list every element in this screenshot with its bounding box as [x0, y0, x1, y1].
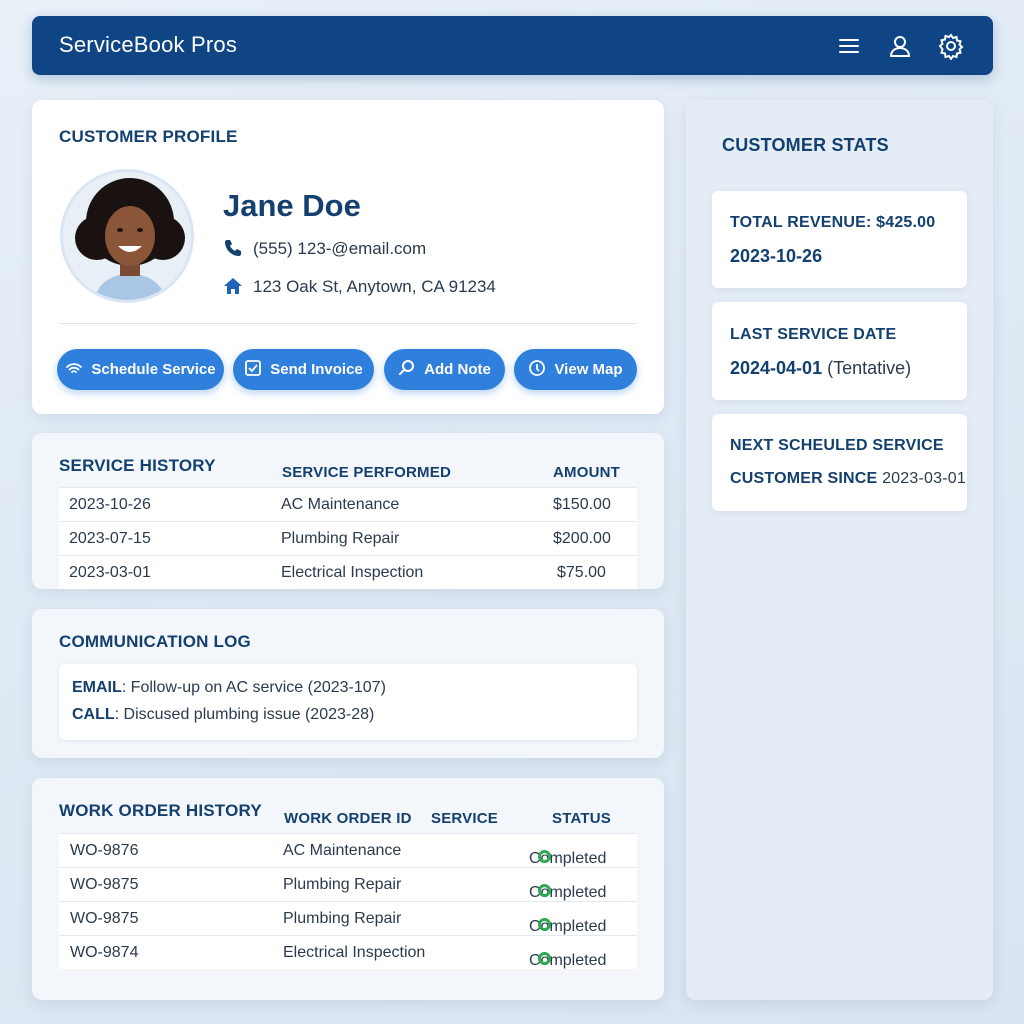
list-item[interactable]: EMAIL: Follow-up on AC service (2023-107… — [72, 679, 386, 697]
status-complete-icon — [538, 884, 551, 897]
work-order-service: Plumbing Repair — [283, 910, 402, 927]
send-invoice-button[interactable]: Send Invoice — [233, 349, 374, 390]
col-service-performed: SERVICE PERFORMED — [282, 464, 451, 481]
work-order-id: WO-9875 — [70, 910, 139, 927]
total-revenue-date: 2023-10-26 — [730, 246, 823, 266]
customer-address: 123 Oak St, Anytown, CA 91234 — [223, 277, 496, 297]
customer-since-label: CUSTOMER SINCE — [730, 470, 878, 487]
comm-text: : Follow-up on AC service (2023-107) — [121, 679, 386, 696]
table-row[interactable]: 2023-07-15 Plumbing Repair $200.00 — [59, 521, 637, 555]
last-service-note: (Tentative) — [827, 358, 912, 378]
service-date: 2023-07-15 — [69, 530, 151, 547]
service-amount: $200.00 — [553, 530, 611, 547]
service-name: Plumbing Repair — [281, 530, 400, 547]
customer-profile-title: CUSTOMER PROFILE — [59, 127, 238, 146]
table-row[interactable]: 2023-10-26 AC Maintenance $150.00 — [59, 487, 637, 521]
table-row[interactable]: WO-9876 AC Maintenance Completed — [59, 833, 637, 867]
total-revenue-label: TOTAL REVENUE: $425.00 — [730, 214, 936, 231]
phone-icon — [223, 239, 243, 257]
compass-icon — [528, 359, 546, 381]
table-row[interactable]: WO-9875 Plumbing Repair Completed — [59, 867, 637, 901]
comm-type: CALL — [72, 706, 115, 723]
customer-phone-text: (555) 123-@email.com — [253, 239, 427, 258]
app-title: ServiceBook Pros — [59, 32, 238, 57]
service-history-table: 2023-10-26 AC Maintenance $150.00 2023-0… — [59, 487, 637, 589]
send-invoice-label: Send Invoice — [270, 361, 363, 378]
wifi-icon — [65, 359, 83, 381]
last-service-card: LAST SERVICE DATE 2024-04-01 (Tentative) — [712, 302, 967, 400]
service-date: 2023-03-01 — [69, 564, 151, 581]
gear-icon[interactable] — [937, 32, 965, 61]
search-icon — [398, 359, 416, 381]
work-order-service: Plumbing Repair — [283, 876, 402, 893]
table-row[interactable]: WO-9875 Plumbing Repair Completed — [59, 901, 637, 935]
view-map-button[interactable]: View Map — [514, 349, 637, 390]
profile-divider — [59, 323, 637, 324]
comm-text: : Discused plumbing issue (2023-28) — [114, 706, 375, 723]
add-note-label: Add Note — [424, 361, 491, 378]
status-complete-icon — [538, 952, 551, 965]
service-history-title: SERVICE HISTORY — [59, 456, 216, 475]
next-service-label: NEXT SCHEULED SERVICE — [730, 437, 944, 454]
col-status: STATUS — [552, 810, 611, 827]
add-note-button[interactable]: Add Note — [384, 349, 505, 390]
schedule-service-label: Schedule Service — [91, 361, 216, 378]
user-icon[interactable] — [886, 32, 914, 60]
menu-icon[interactable] — [835, 32, 863, 60]
customer-name: Jane Doe — [223, 188, 361, 223]
work-order-service: AC Maintenance — [283, 842, 402, 859]
customer-phone: (555) 123-@email.com — [223, 239, 426, 259]
status-complete-icon — [538, 850, 551, 863]
customer-address-text: 123 Oak St, Anytown, CA 91234 — [253, 277, 496, 296]
list-item[interactable]: CALL: Discused plumbing issue (2023-28) — [72, 706, 374, 724]
service-name: AC Maintenance — [281, 496, 400, 513]
next-service-card: NEXT SCHEULED SERVICE CUSTOMER SINCE 202… — [712, 414, 967, 511]
work-order-table: WO-9876 AC Maintenance Completed WO-9875… — [59, 833, 637, 969]
status-complete-icon — [538, 918, 551, 931]
work-order-id: WO-9876 — [70, 842, 139, 859]
check-square-icon — [244, 359, 262, 381]
home-icon — [223, 277, 243, 295]
col-amount: AMOUNT — [553, 464, 621, 481]
work-order-service: Electrical Inspection — [283, 944, 426, 961]
service-amount: $150.00 — [553, 496, 611, 513]
work-order-id: WO-9874 — [70, 944, 139, 961]
table-row[interactable]: WO-9874 Electrical Inspection Completed — [59, 935, 637, 969]
view-map-label: View Map — [554, 361, 623, 378]
work-order-id: WO-9875 — [70, 876, 139, 893]
customer-since-date: 2023-03-01 — [882, 470, 966, 487]
communication-log-list: EMAIL: Follow-up on AC service (2023-107… — [59, 664, 637, 740]
work-order-history-title: WORK ORDER HISTORY — [59, 801, 262, 820]
last-service-date: 2024-04-01 — [730, 358, 823, 378]
schedule-service-button[interactable]: Schedule Service — [57, 349, 224, 390]
service-date: 2023-10-26 — [69, 496, 151, 513]
table-row[interactable]: 2023-03-01 Electrical Inspection $75.00 — [59, 555, 637, 589]
total-revenue-card: TOTAL REVENUE: $425.00 2023-10-26 — [712, 191, 967, 288]
col-work-order-id: WORK ORDER ID — [284, 810, 412, 827]
service-name: Electrical Inspection — [281, 564, 424, 581]
avatar — [60, 169, 194, 303]
service-amount: $75.00 — [557, 564, 606, 581]
communication-log-title: COMMUNICATION LOG — [59, 632, 251, 651]
col-service: SERVICE — [431, 810, 498, 827]
top-app-bar: ServiceBook Pros — [32, 16, 993, 75]
last-service-label: LAST SERVICE DATE — [730, 326, 897, 343]
customer-stats-title: CUSTOMER STATS — [722, 135, 889, 155]
comm-type: EMAIL — [72, 679, 122, 696]
